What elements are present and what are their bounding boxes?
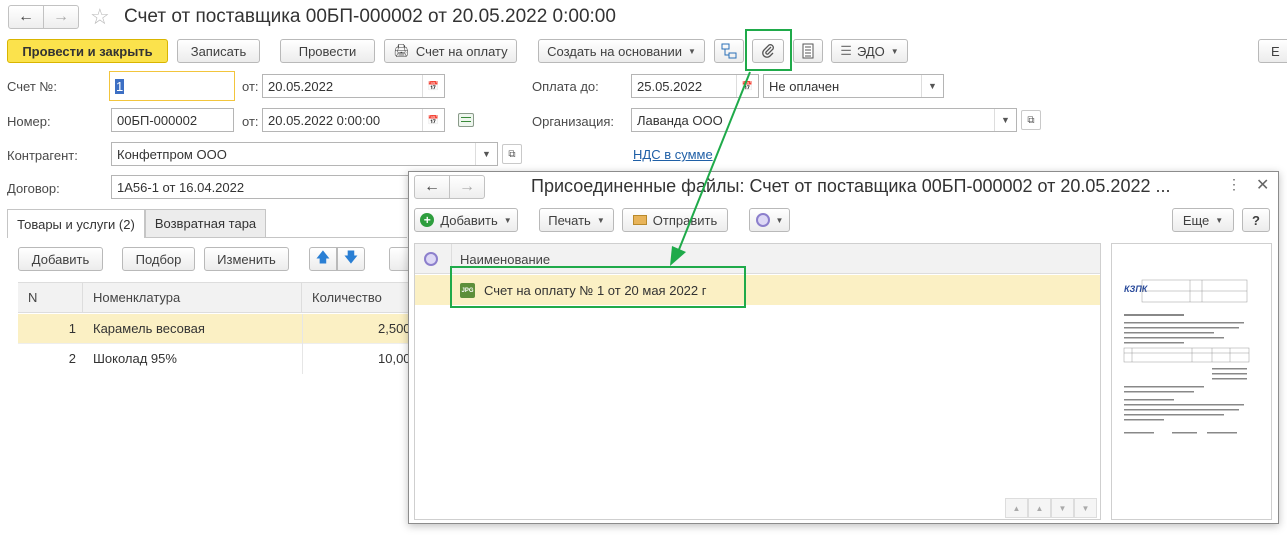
- annotation-arrow: [670, 71, 751, 266]
